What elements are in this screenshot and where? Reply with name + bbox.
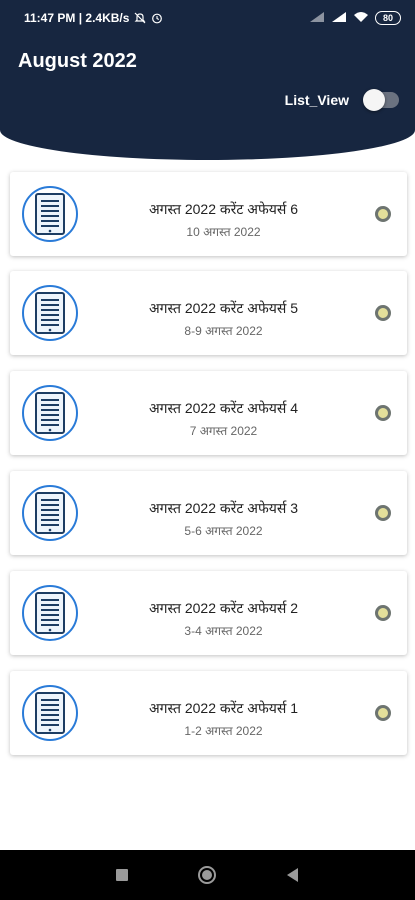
item-title: अगस्त 2022 करेंट अफेयर्स 2 <box>148 600 299 616</box>
status-dot-icon <box>375 505 391 521</box>
document-icon <box>22 285 78 341</box>
item-date: 1-2 अगस्त 2022 <box>184 724 263 738</box>
list-item[interactable]: अगस्त 2022 करेंट अफेयर्स 1 1-2 अगस्त 202… <box>10 671 407 755</box>
list-view-toggle[interactable] <box>363 89 399 111</box>
mute-icon <box>134 12 146 24</box>
document-icon <box>22 485 78 541</box>
item-title: अगस्त 2022 करेंट अफेयर्स 3 <box>148 500 299 516</box>
item-title: अगस्त 2022 करेंट अफेयर्स 1 <box>148 700 299 716</box>
status-dot-icon <box>375 605 391 621</box>
signal-icon <box>331 11 347 26</box>
signal-icon <box>309 11 325 26</box>
item-date: 8-9 अगस्त 2022 <box>184 324 263 338</box>
item-title: अगस्त 2022 करेंट अफेयर्स 6 <box>148 201 299 217</box>
item-date: 7 अगस्त 2022 <box>189 424 258 438</box>
page-title: August 2022 <box>18 50 137 72</box>
document-icon <box>22 186 78 242</box>
document-icon <box>22 685 78 741</box>
status-dot-icon <box>375 705 391 721</box>
list-item[interactable]: अगस्त 2022 करेंट अफेयर्स 4 7 अगस्त 2022 <box>10 371 407 455</box>
document-icon <box>22 385 78 441</box>
item-title: अगस्त 2022 करेंट अफेयर्स 4 <box>148 400 299 416</box>
recents-icon[interactable] <box>114 865 130 890</box>
item-title: अगस्त 2022 करेंट अफेयर्स 5 <box>148 300 299 316</box>
item-date: 5-6 अगस्त 2022 <box>184 524 263 538</box>
list-view-control: List_View <box>284 89 399 111</box>
status-dot-icon <box>375 405 391 421</box>
list-item[interactable]: अगस्त 2022 करेंट अफेयर्स 6 10 अगस्त 2022 <box>10 172 407 256</box>
status-bar: 11:47 PM | 2.4KB/s 80 <box>0 0 415 36</box>
list-item[interactable]: अगस्त 2022 करेंट अफेयर्स 3 5-6 अगस्त 202… <box>10 471 407 555</box>
wifi-icon <box>353 11 369 26</box>
document-icon <box>22 585 78 641</box>
battery-icon: 80 <box>375 11 401 25</box>
navigation-bar <box>0 850 415 900</box>
list-item[interactable]: अगस्त 2022 करेंट अफेयर्स 2 3-4 अगस्त 202… <box>10 571 407 655</box>
battery-level: 80 <box>382 13 393 23</box>
status-dot-icon <box>375 305 391 321</box>
status-dot-icon <box>375 206 391 222</box>
status-time: 11:47 PM | 2.4KB/s <box>24 11 130 25</box>
toggle-knob <box>363 89 385 111</box>
item-date: 10 अगस्त 2022 <box>186 225 261 239</box>
list-item[interactable]: अगस्त 2022 करेंट अफेयर्स 5 8-9 अगस्त 202… <box>10 271 407 355</box>
alarm-icon <box>151 12 163 24</box>
home-icon[interactable] <box>197 865 217 890</box>
item-date: 3-4 अगस्त 2022 <box>184 624 263 638</box>
list-view-label: List_View <box>284 92 349 108</box>
back-icon[interactable] <box>284 865 300 890</box>
